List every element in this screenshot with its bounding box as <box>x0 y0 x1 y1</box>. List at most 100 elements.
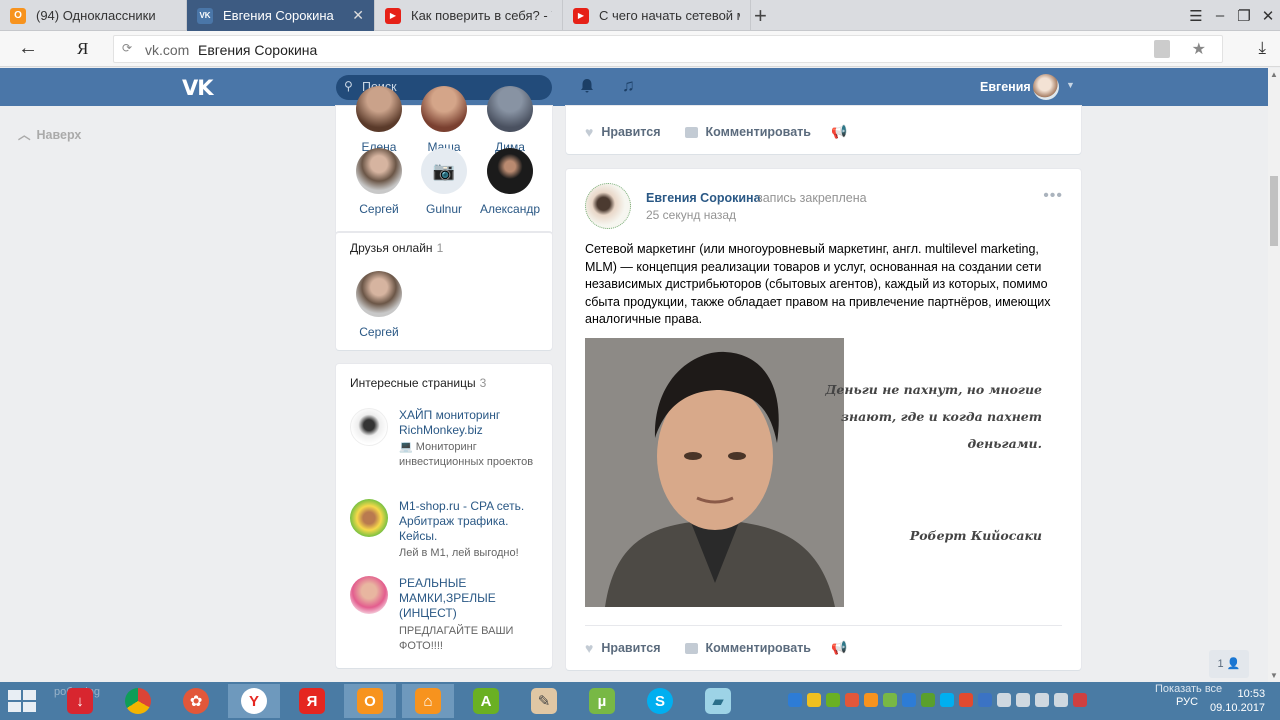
restore-icon[interactable]: ❐ <box>1232 7 1256 25</box>
friend-name: Сергей <box>359 202 399 216</box>
chrome-app-icon[interactable] <box>112 684 164 718</box>
like-button[interactable]: Нравится <box>601 641 660 655</box>
utorrent-app-icon[interactable]: µ <box>576 684 628 718</box>
post-image[interactable]: Деньги не пахнут, но многие знают, где и… <box>585 338 1062 607</box>
tray-app-icon[interactable] <box>978 693 992 707</box>
friends-online-header[interactable]: Друзья онлайн 1 <box>350 241 443 255</box>
input-language[interactable]: РУС <box>1176 696 1198 708</box>
like-button[interactable]: Нравится <box>601 125 660 139</box>
friend-item[interactable]: Маша <box>409 86 479 154</box>
friend-item[interactable]: Сергей <box>344 271 414 339</box>
like-heart-icon[interactable]: ♥ <box>585 640 593 656</box>
monitor-icon[interactable] <box>997 693 1011 707</box>
paint-app-icon[interactable]: ✎ <box>518 684 570 718</box>
comment-icon[interactable] <box>684 126 698 138</box>
tray-app-icon[interactable] <box>864 693 878 707</box>
page-counter-value: 1 <box>1217 658 1224 670</box>
new-tab-button[interactable]: + <box>754 3 767 29</box>
like-heart-icon[interactable]: ♥ <box>585 124 593 140</box>
vk-logo-icon[interactable]: VK <box>182 76 214 100</box>
interesting-pages-count: 3 <box>479 376 487 390</box>
page-description: 💻 Мониторинг инвестиционных проектов <box>399 441 534 468</box>
tab-youtube-1[interactable]: ▶ Как поверить в себя? - You <box>375 0 563 31</box>
network-icon[interactable] <box>1073 693 1087 707</box>
friend-item[interactable]: Сергей <box>344 148 414 216</box>
page-counter-badge[interactable]: 1 👤 <box>1209 650 1249 678</box>
person-icon: 👤 <box>1226 658 1241 670</box>
friend-item[interactable]: Дима <box>475 86 545 154</box>
music-icon[interactable]: ♫ <box>622 76 635 96</box>
page-name[interactable]: ХАЙП мониторинг RichMonkey.biz <box>399 408 544 438</box>
media-app-icon[interactable]: ✿ <box>170 684 222 718</box>
close-tab-icon[interactable]: ✕ <box>352 7 364 24</box>
tray-app-icon[interactable] <box>845 693 859 707</box>
address-bar: ← Я ⟳ vk.com Евгения Сорокина ★ ⤓ <box>0 31 1280 67</box>
system-clock[interactable]: 10:53 09.10.2017 <box>1210 687 1265 715</box>
interesting-page-item[interactable]: M1-shop.ru - CPA сеть. Арбитраж трафика.… <box>350 499 540 565</box>
battery-icon[interactable] <box>1016 693 1030 707</box>
android-app-icon[interactable]: A <box>460 684 512 718</box>
post-author[interactable]: Евгения Сорокина <box>646 191 761 205</box>
skype-app-icon[interactable]: S <box>634 684 686 718</box>
tab-vk-profile[interactable]: VK Евгения Сорокина ✕ <box>187 0 375 31</box>
back-arrow-icon[interactable]: ← <box>18 37 38 60</box>
volume-icon[interactable] <box>1054 693 1068 707</box>
tray-app-icon[interactable] <box>883 693 897 707</box>
connection-icon[interactable]: ⟳ <box>122 41 132 55</box>
download-icon[interactable]: ⤓ <box>1258 38 1266 58</box>
page-name[interactable]: M1-shop.ru - CPA сеть. Арбитраж трафика.… <box>399 499 544 544</box>
notifications-bell-icon[interactable] <box>579 78 595 94</box>
friend-item[interactable]: Александр <box>475 148 545 216</box>
friend-item[interactable]: 📷 Gulnur <box>409 148 479 216</box>
url-field[interactable]: ⟳ vk.com Евгения Сорокина ★ <box>113 35 1223 63</box>
minimize-icon[interactable]: – <box>1208 7 1232 24</box>
post-time[interactable]: 25 секунд назад <box>646 208 736 222</box>
keyboard-icon[interactable] <box>1035 693 1049 707</box>
yandex-button[interactable]: Я <box>77 39 88 59</box>
user-name[interactable]: Евгения <box>980 80 1031 94</box>
scroll-to-top-link[interactable]: ︿ Наверх <box>18 124 81 143</box>
downloader-app-icon[interactable]: ↓ <box>54 684 106 718</box>
tray-app-icon[interactable] <box>788 693 802 707</box>
share-megaphone-icon[interactable]: 📢 <box>831 124 847 140</box>
page-scrollbar[interactable]: ▲ ▼ <box>1268 68 1280 682</box>
interesting-pages-header[interactable]: Интересные страницы 3 <box>350 376 486 390</box>
pinned-label: запись закреплена <box>757 191 867 205</box>
interesting-page-item[interactable]: РЕАЛЬНЫЕ МАМКИ,ЗРЕЛЫЕ (ИНЦЕСТ) ПРЕДЛАГАЙ… <box>350 576 540 656</box>
comment-button[interactable]: Комментировать <box>706 125 811 139</box>
tray-app-icon[interactable] <box>959 693 973 707</box>
more-options-icon[interactable]: ••• <box>1043 187 1063 205</box>
quote-text: Деньги не пахнут, но многие знают, где и… <box>822 376 1042 457</box>
share-megaphone-icon[interactable]: 📢 <box>831 640 847 656</box>
tab-odnoklassniki[interactable]: О (94) Одноклассники <box>0 0 187 31</box>
menu-icon[interactable]: ☰ <box>1184 7 1208 25</box>
yandex-app-icon[interactable]: Я <box>286 684 338 718</box>
interesting-page-item[interactable]: ХАЙП мониторинг RichMonkey.biz 💻 Монитор… <box>350 408 540 488</box>
bookmark-star-icon[interactable]: ★ <box>1192 39 1206 59</box>
tray-app-icon[interactable] <box>921 693 935 707</box>
tray-app-icon[interactable] <box>807 693 821 707</box>
odnoklassniki-app-icon[interactable]: О <box>344 684 396 718</box>
odnoklassniki-photo-app-icon[interactable]: ⌂ <box>402 684 454 718</box>
user-avatar[interactable] <box>1033 74 1059 100</box>
bluetooth-icon[interactable] <box>902 693 916 707</box>
tab-youtube-2[interactable]: ▶ С чего начать сетевой мар <box>563 0 751 31</box>
post-text: Сетевой маркетинг (или многоуровневый ма… <box>585 242 1051 327</box>
scroll-up-arrow-icon[interactable]: ▲ <box>1270 70 1278 79</box>
author-avatar[interactable] <box>585 183 631 229</box>
tray-app-icon[interactable] <box>940 693 954 707</box>
notes-app-icon[interactable]: ▰ <box>692 684 744 718</box>
windows-start-icon[interactable] <box>8 690 38 712</box>
scrollbar-thumb[interactable] <box>1270 176 1278 246</box>
tray-app-icon[interactable] <box>826 693 840 707</box>
page-name[interactable]: РЕАЛЬНЫЕ МАМКИ,ЗРЕЛЫЕ (ИНЦЕСТ) <box>399 576 544 621</box>
comment-icon[interactable] <box>684 642 698 654</box>
yandex-browser-app-icon[interactable]: Y <box>228 684 280 718</box>
friend-item[interactable]: Елена <box>344 86 414 154</box>
close-window-icon[interactable]: ✕ <box>1256 7 1280 25</box>
clock-date: 09.10.2017 <box>1210 702 1266 714</box>
scroll-down-arrow-icon[interactable]: ▼ <box>1270 671 1278 680</box>
comment-button[interactable]: Комментировать <box>706 641 811 655</box>
chevron-down-icon[interactable]: ▼ <box>1066 80 1075 90</box>
reader-mode-icon[interactable] <box>1154 40 1170 58</box>
